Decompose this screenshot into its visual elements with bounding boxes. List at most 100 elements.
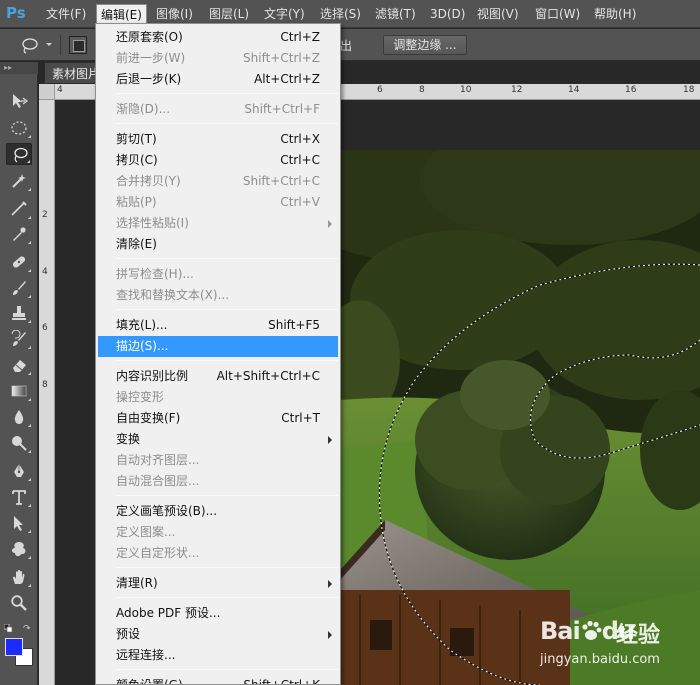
path-selection-tool[interactable] — [6, 512, 32, 534]
paw-icon — [582, 620, 602, 640]
menu-item-remote-connections[interactable]: 远程连接... — [98, 645, 338, 666]
photoshop-logo: Ps — [6, 4, 26, 22]
eraser-tool[interactable] — [6, 354, 32, 376]
new-selection-mode-button[interactable] — [69, 36, 87, 54]
ruler-tick: 4 — [57, 85, 63, 95]
menu-item-cut[interactable]: 剪切(T) Ctrl+X — [98, 129, 338, 150]
pen-tool-icon — [14, 464, 24, 477]
baidu-jingyan-watermark: Bai du 经验 jingyan.baidu.com — [540, 605, 700, 680]
menu-window[interactable]: 窗口(W) — [531, 4, 584, 24]
ruler-tick: 2 — [42, 210, 48, 220]
zoom-tool[interactable] — [6, 592, 32, 614]
menu-item-color-settings[interactable]: 颜色设置(G)... Shift+Ctrl+K — [98, 675, 338, 684]
menu-item-paste-special: 选择性粘贴(I) — [98, 213, 338, 234]
menu-item-copy-merged: 合并拷贝(Y) Shift+Ctrl+C — [116, 174, 320, 188]
blur-tool-icon — [14, 410, 24, 424]
ruler-tick: 8 — [419, 85, 425, 95]
ruler-tick: 6 — [377, 85, 383, 95]
menu-item-stroke[interactable]: 描边(S)... — [98, 336, 338, 357]
menu-3d[interactable]: 3D(D) — [426, 4, 469, 24]
eyedropper-tool[interactable] — [6, 223, 32, 245]
magic-wand-tool[interactable] — [6, 170, 32, 192]
menu-item-transform[interactable]: 变换 — [98, 429, 338, 450]
ruler-tick: 4 — [42, 267, 48, 277]
menu-item-purge[interactable]: 清理(R) — [98, 573, 338, 594]
brush-tool-icon — [13, 281, 26, 295]
swap-colors-icon[interactable]: ↷ — [23, 624, 31, 634]
zoom-tool-icon — [11, 595, 27, 611]
menu-item-fade: 渐隐(D)... Shift+Ctrl+F — [116, 102, 320, 116]
menu-separator — [116, 93, 338, 94]
document-tab[interactable]: 素材图片 — [44, 62, 100, 84]
menu-item-fill[interactable]: 填充(L)... Shift+F5 — [98, 315, 338, 336]
menu-item-paste: 粘贴(P) Ctrl+V — [116, 195, 320, 209]
menu-item-adobe-pdf-presets[interactable]: Adobe PDF 预设... — [98, 603, 338, 624]
menu-edit[interactable]: 编辑(E) — [96, 4, 147, 24]
edit-menu-dropdown: 还原套索(O) Ctrl+Z 前进一步(W) Shift+Ctrl+Z 后退一步(K… — [95, 23, 341, 685]
move-tool-icon — [13, 94, 28, 108]
toolbox-collapse-grip[interactable]: ▸▸ — [0, 62, 38, 74]
menu-item-find-replace: 查找和替换文本(X)... — [116, 288, 230, 302]
menu-separator — [116, 258, 338, 259]
watermark-url: jingyan.baidu.com — [540, 652, 660, 667]
vertical-ruler[interactable]: 2 4 6 8 — [39, 100, 55, 685]
menu-help[interactable]: 帮助(H) — [590, 4, 640, 24]
menu-item-step-forward: 前进一步(W) Shift+Ctrl+Z — [116, 51, 320, 65]
healing-brush-tool[interactable] — [6, 251, 32, 273]
menu-select[interactable]: 选择(S) — [316, 4, 365, 24]
ruler-origin[interactable] — [39, 84, 55, 100]
path-selection-tool-icon — [14, 516, 23, 531]
move-tool[interactable] — [6, 90, 32, 112]
blur-tool[interactable] — [6, 406, 32, 428]
lasso-tool[interactable] — [6, 143, 32, 165]
healing-brush-tool-icon — [12, 256, 26, 268]
hand-tool-icon — [13, 570, 25, 584]
ruler-tick: 6 — [42, 323, 48, 333]
submenu-arrow-icon — [328, 436, 332, 444]
ruler-tick: 12 — [511, 85, 523, 95]
foreground-color-swatch[interactable] — [5, 638, 23, 656]
ruler-tick: 14 — [568, 85, 580, 95]
brush-tool[interactable] — [6, 277, 32, 299]
default-colors-icon[interactable] — [4, 624, 13, 633]
clone-stamp-tool-icon — [12, 306, 26, 320]
options-label-partial: 出 — [340, 39, 353, 53]
refine-edge-button[interactable]: 调整边缘 ... — [383, 35, 467, 55]
dodge-tool-icon — [12, 436, 27, 451]
menu-view[interactable]: 视图(V) — [473, 4, 523, 24]
menu-type[interactable]: 文字(Y) — [260, 4, 309, 24]
menu-item-presets[interactable]: 预设 — [98, 624, 338, 645]
menu-item-undo-lasso[interactable]: 还原套索(O) Ctrl+Z — [98, 27, 338, 48]
menu-item-spell-check: 拼写检查(H)... — [116, 267, 194, 281]
crop-tool-icon — [11, 201, 27, 216]
menu-layer[interactable]: 图层(L) — [205, 4, 253, 24]
shape-tool-icon — [12, 542, 26, 557]
tool-preset-picker[interactable] — [14, 35, 54, 55]
clone-stamp-tool[interactable] — [6, 302, 32, 324]
pen-tool[interactable] — [6, 460, 32, 482]
type-tool[interactable] — [6, 486, 32, 508]
menu-item-copy[interactable]: 拷贝(C) Ctrl+C — [98, 150, 338, 171]
submenu-arrow-icon — [328, 220, 332, 228]
submenu-arrow-icon — [328, 631, 332, 639]
menu-image[interactable]: 图像(I) — [152, 4, 197, 24]
history-brush-tool[interactable] — [6, 328, 32, 350]
marquee-tool[interactable] — [6, 117, 32, 139]
menu-item-free-transform[interactable]: 自由变换(F) Ctrl+T — [98, 408, 338, 429]
menu-item-step-backward[interactable]: 后退一步(K) Alt+Ctrl+Z — [98, 69, 338, 90]
submenu-arrow-icon — [328, 580, 332, 588]
menu-file[interactable]: 文件(F) — [42, 4, 90, 24]
menu-filter[interactable]: 滤镜(T) — [371, 4, 420, 24]
eraser-tool-icon — [13, 360, 26, 372]
dodge-tool[interactable] — [6, 432, 32, 454]
menu-item-define-brush-preset[interactable]: 定义画笔预设(B)... — [98, 501, 338, 522]
menu-separator — [116, 567, 338, 568]
menu-item-define-pattern: 定义图案... — [116, 525, 176, 539]
hand-tool[interactable] — [6, 566, 32, 588]
menu-separator — [116, 495, 338, 496]
crop-tool[interactable] — [6, 198, 32, 220]
menu-item-content-aware-scale[interactable]: 内容识别比例 Alt+Shift+Ctrl+C — [98, 366, 338, 387]
menu-item-clear[interactable]: 清除(E) — [98, 234, 338, 255]
gradient-tool[interactable] — [6, 380, 32, 402]
shape-tool[interactable] — [6, 538, 32, 560]
